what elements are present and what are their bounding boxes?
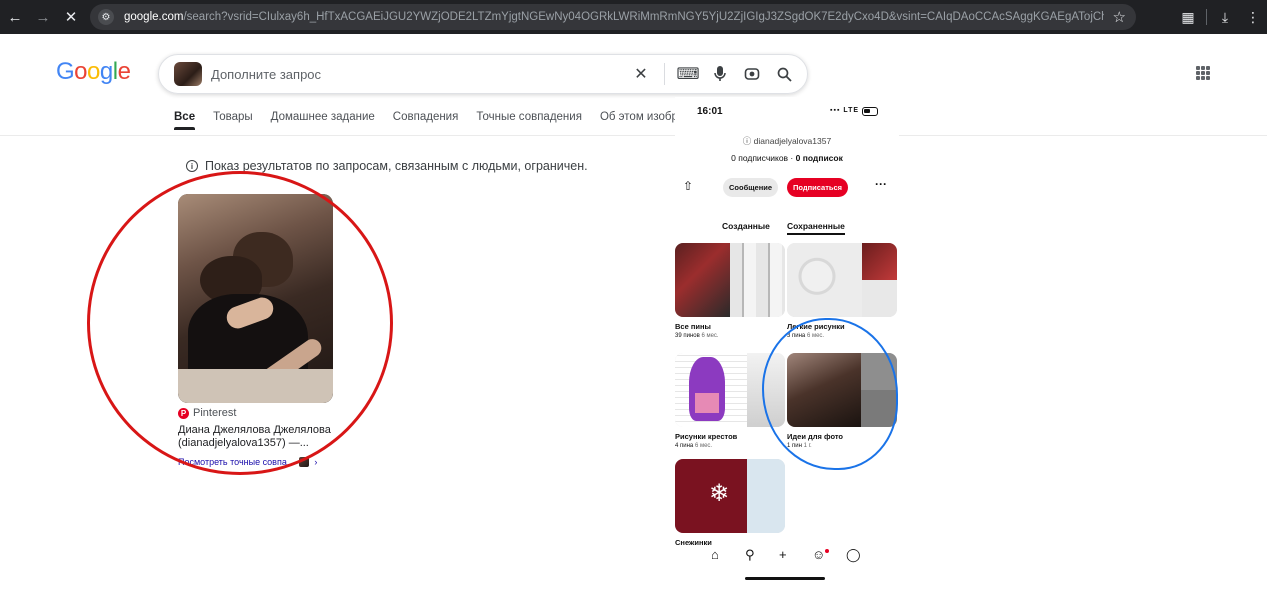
board-name: Легкие рисунки	[787, 322, 845, 331]
plus-icon[interactable]: +	[779, 547, 787, 562]
forward-icon[interactable]: →	[30, 4, 56, 30]
subscribe-button[interactable]: Подписаться	[787, 178, 849, 197]
notification-dot	[825, 549, 829, 553]
board-name: Рисунки крестов	[675, 432, 738, 441]
keyboard-icon[interactable]: ⌨	[676, 65, 699, 83]
tab-saved[interactable]: Сохраненные	[787, 221, 845, 235]
browser-toolbar: ← → ✕ ⚙ google.com/search?vsrid=CIulxay6…	[0, 0, 1267, 34]
profile-handle-text: dianadjelyalova1357	[753, 136, 832, 146]
result-source-name: Pinterest	[193, 407, 237, 419]
more-options-icon[interactable]: ···	[875, 177, 887, 191]
home-indicator	[745, 577, 825, 580]
exact-match-thumbnail	[299, 457, 310, 467]
pinterest-icon: P	[178, 407, 189, 419]
board-age: 6 мес.	[701, 333, 719, 339]
message-button[interactable]: Сообщение	[723, 178, 779, 197]
clear-icon[interactable]: ✕	[632, 65, 650, 83]
google-logo[interactable]: Google	[56, 58, 131, 86]
tab-all[interactable]: Все	[174, 111, 196, 130]
address-bar[interactable]: ⚙ google.com/search?vsrid=CIulxay6h_HfTx…	[90, 4, 1136, 30]
followers-count: 0 подписчиков	[731, 153, 789, 163]
result-title[interactable]: Диана Джелялова Джелялова (dianadjelyalo…	[178, 424, 338, 450]
board-card[interactable]: Все пины 39 пинов 6 мес.	[675, 243, 785, 339]
board-meta: 1 пин 1 г.	[787, 443, 897, 449]
board-card[interactable]: ❄ Снежинки	[675, 459, 785, 547]
extensions-icon[interactable]: ▦	[1174, 3, 1202, 31]
query-image-thumbnail[interactable]	[174, 62, 202, 86]
search-input[interactable]: Дополните запрос	[211, 67, 321, 82]
network-type: LTE	[843, 107, 860, 114]
restricted-results-notice: i Показ результатов по запросам, связанн…	[186, 159, 588, 173]
exact-matches-link[interactable]: Посмотреть точные совпа... ›	[178, 457, 317, 467]
board-cover: ❄	[675, 459, 785, 533]
board-cover	[787, 353, 897, 427]
board-meta: 4 пина 6 мес.	[675, 443, 785, 449]
tab-matches[interactable]: Совпадения	[393, 111, 459, 123]
board-name: Идеи для фото	[787, 432, 844, 441]
board-pin-count: 1 пин	[787, 443, 802, 449]
following-count: 0 подписок	[795, 153, 843, 163]
chrome-menu-icon[interactable]: ⋮	[1239, 3, 1267, 31]
board-card[interactable]: Легкие рисунки 3 пина 6 мес.	[787, 243, 897, 339]
exact-matches-link-text: Посмотреть точные совпа...	[178, 457, 295, 467]
phone-time: 16:01	[697, 106, 723, 117]
result-image[interactable]	[178, 194, 333, 403]
tab-products[interactable]: Товары	[213, 111, 253, 123]
chevron-right-icon: ›	[314, 457, 318, 467]
board-cover	[787, 243, 897, 317]
board-card[interactable]: Идеи для фото 1 пин 1 г.	[787, 353, 897, 449]
search-box[interactable]: Дополните запрос ✕ ⌨	[158, 54, 808, 94]
search-icon[interactable]: ⚲	[745, 547, 755, 563]
phone-bottom-nav: ⌂ ⚲ + ☺ ◯	[675, 547, 899, 567]
back-icon[interactable]: ←	[2, 4, 28, 30]
board-pin-count: 39 пинов	[675, 333, 700, 339]
search-icon[interactable]	[775, 65, 793, 83]
board-cover	[675, 353, 785, 427]
follower-counts: 0 подписчиков · 0 подписок	[731, 153, 843, 163]
board-age: 1 г.	[803, 443, 812, 449]
search-tabs: Все Товары Домашнее задание Совпадения Т…	[174, 111, 692, 130]
snowflake-icon: ❄	[709, 480, 730, 507]
bookmark-star-icon[interactable]: ☆	[1113, 8, 1126, 26]
board-name: Снежинки	[675, 538, 712, 547]
board-age: 6 мес.	[694, 443, 713, 449]
tab-created[interactable]: Созданные	[722, 221, 770, 231]
board-age: 6 мес.	[806, 333, 825, 339]
board-name: Все пины	[675, 322, 711, 331]
tab-homework[interactable]: Домашнее задание	[271, 111, 375, 123]
url-path: /search?vsrid=CIulxay6h_HfTxACGAEiJGU2YW…	[183, 11, 1104, 23]
google-apps-icon[interactable]	[1196, 66, 1210, 80]
url-host: google.com	[124, 11, 184, 23]
toolbar-divider	[1206, 9, 1207, 25]
lens-icon[interactable]	[743, 65, 761, 83]
phone-status-bar: 16:01 ▪▪▪ LTE	[675, 97, 899, 127]
phone-screenshot: 16:01 ▪▪▪ LTE ⓘ dianadjelyalova1357 0 по…	[675, 97, 899, 585]
result-source[interactable]: P Pinterest	[178, 407, 236, 419]
signal-icon: ▪▪▪ LTE	[830, 107, 860, 114]
board-card[interactable]: Рисунки крестов 4 пина 6 мес.	[675, 353, 785, 449]
microphone-icon[interactable]	[711, 65, 729, 83]
notice-text: Показ результатов по запросам, связанным…	[205, 159, 588, 173]
home-icon[interactable]: ⌂	[711, 547, 719, 562]
share-icon[interactable]: ⇧	[683, 179, 693, 193]
profile-handle: ⓘ dianadjelyalova1357	[742, 136, 832, 146]
board-cover	[675, 243, 785, 317]
board-pin-count: 3 пина	[787, 333, 806, 339]
info-icon[interactable]: i	[186, 160, 198, 172]
header-divider	[0, 135, 1267, 136]
board-meta: 39 пинов 6 мес.	[675, 333, 785, 339]
battery-icon	[862, 107, 878, 116]
messages-icon[interactable]: ☺	[812, 547, 825, 562]
profile-icon[interactable]: ◯	[846, 547, 861, 563]
stop-loading-icon[interactable]: ✕	[58, 4, 84, 30]
board-meta: 3 пина 6 мес.	[787, 333, 897, 339]
board-pin-count: 4 пина	[675, 443, 694, 449]
url-text[interactable]: google.com/search?vsrid=CIulxay6h_HfTxAC…	[124, 11, 1104, 23]
site-info-icon[interactable]: ⚙	[98, 9, 114, 25]
searchbox-divider	[664, 63, 665, 85]
tab-exact-matches[interactable]: Точные совпадения	[476, 111, 582, 123]
download-icon[interactable]: ⤓	[1211, 3, 1239, 31]
